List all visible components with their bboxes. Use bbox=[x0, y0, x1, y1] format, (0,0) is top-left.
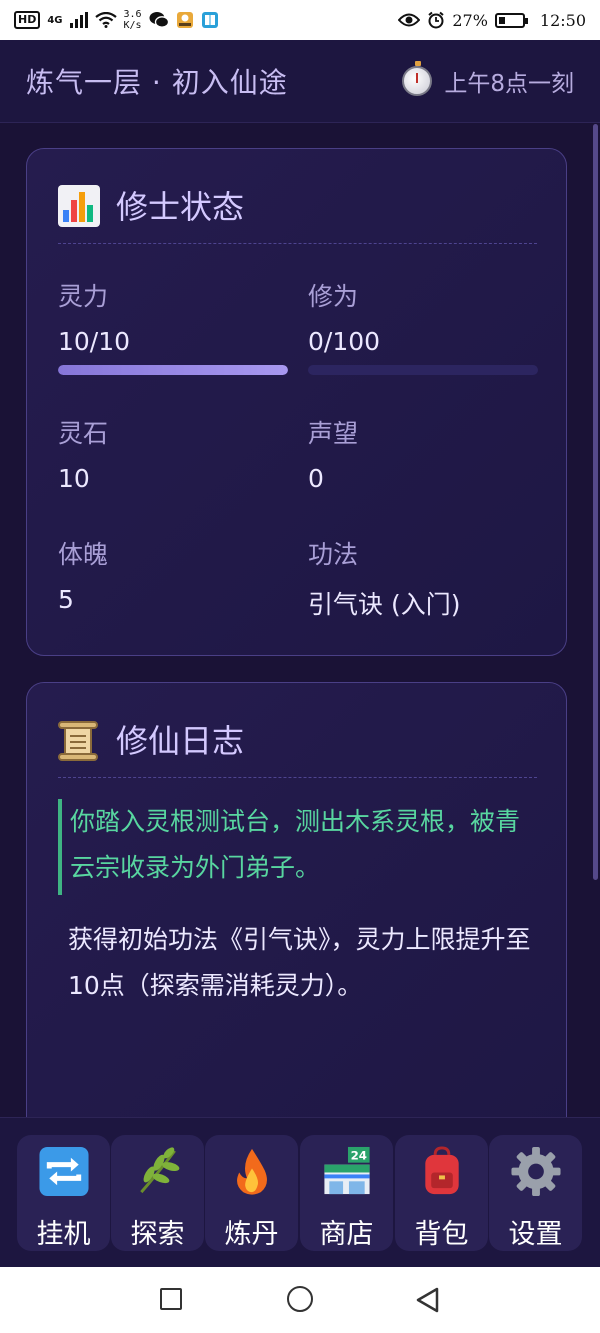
log-highlight-entry: 你踏入灵根测试台，测出木系灵根，被青云宗收录为外门弟子。 bbox=[58, 799, 528, 895]
status-card-title: 修士状态 bbox=[116, 188, 245, 226]
scroll-icon bbox=[58, 721, 100, 761]
bar-chart-icon bbox=[58, 185, 100, 227]
recents-button[interactable] bbox=[160, 1288, 182, 1310]
stat-value: 0 bbox=[308, 464, 324, 493]
nav-settings-button[interactable]: 设置 bbox=[489, 1135, 582, 1251]
repeat-arrows-icon bbox=[38, 1146, 89, 1197]
eye-icon bbox=[398, 13, 421, 27]
log-card: 修仙日志 你踏入灵根测试台，测出木系灵根，被青云宗收录为外门弟子。 获得初始功法… bbox=[26, 682, 567, 1117]
stat-value: 0/100 bbox=[308, 327, 381, 356]
stat-technique: 功法 引气诀 (入门) bbox=[308, 535, 538, 621]
spirit-power-bar bbox=[58, 365, 288, 375]
reader-app-icon bbox=[201, 12, 218, 28]
scrollbar[interactable] bbox=[593, 124, 598, 880]
home-button[interactable] bbox=[287, 1286, 313, 1312]
stat-value: 引气诀 (入门) bbox=[308, 590, 461, 619]
gear-icon bbox=[510, 1146, 561, 1197]
battery-percent: 27% bbox=[452, 10, 488, 30]
herb-icon bbox=[139, 1147, 179, 1194]
battery-icon bbox=[494, 12, 528, 28]
stat-physique: 体魄 5 bbox=[58, 535, 288, 614]
main-content[interactable]: 修士状态 灵力 10/10 修为 0/100 灵石 10 声望 0 体魄 5 功… bbox=[0, 124, 600, 1117]
net-speed: 3.6 K/s bbox=[123, 9, 142, 31]
realm-title: 炼气一层 · 初入仙途 bbox=[26, 66, 288, 99]
convenience-store-icon: 24 bbox=[323, 1146, 370, 1195]
clock: 12:50 bbox=[539, 10, 586, 30]
status-card: 修士状态 灵力 10/10 修为 0/100 灵石 10 声望 0 体魄 5 功… bbox=[26, 148, 567, 656]
hd-badge: HD bbox=[14, 11, 41, 29]
spirit-power-bar-fill bbox=[58, 365, 288, 375]
stat-label: 灵石 bbox=[58, 419, 109, 448]
log-entry: 获得初始功法《引气诀》，灵力上限提升至10点（探索需消耗灵力）。 bbox=[68, 925, 531, 1000]
stat-label: 灵力 bbox=[58, 282, 109, 311]
nav-label: 背包 bbox=[414, 1219, 469, 1250]
app-notification-icon bbox=[176, 12, 193, 28]
nav-label: 挂机 bbox=[36, 1219, 91, 1250]
stat-label: 修为 bbox=[308, 282, 359, 311]
stat-cultivation: 修为 0/100 bbox=[308, 277, 538, 356]
stat-value: 5 bbox=[58, 585, 74, 614]
stat-label: 功法 bbox=[308, 540, 359, 569]
game-time-text: 上午8点一刻 bbox=[444, 71, 574, 97]
stat-reputation: 声望 0 bbox=[308, 414, 538, 493]
signal-type: 4G bbox=[47, 14, 63, 26]
stat-spirit-power: 灵力 10/10 bbox=[58, 277, 288, 356]
stat-spirit-stone: 灵石 10 bbox=[58, 414, 288, 493]
back-button[interactable] bbox=[414, 1286, 440, 1314]
bottom-nav: 挂机 探索 炼丹 24 商店 背包 设置 bbox=[0, 1117, 600, 1268]
stat-label: 声望 bbox=[308, 419, 359, 448]
stat-label: 体魄 bbox=[58, 540, 109, 569]
stopwatch-icon bbox=[402, 61, 433, 96]
nav-shop-button[interactable]: 24 商店 bbox=[300, 1135, 393, 1251]
cultivation-bar bbox=[308, 365, 538, 375]
signal-icon bbox=[69, 12, 88, 28]
wechat-icon bbox=[149, 12, 169, 28]
system-nav-bar bbox=[0, 1267, 600, 1333]
status-card-header: 修士状态 bbox=[58, 185, 537, 244]
fire-icon bbox=[236, 1148, 267, 1195]
nav-idle-button[interactable]: 挂机 bbox=[17, 1135, 110, 1251]
nav-label: 炼丹 bbox=[224, 1219, 279, 1250]
wifi-icon bbox=[94, 12, 117, 28]
nav-label: 设置 bbox=[508, 1219, 563, 1250]
nav-label: 探索 bbox=[130, 1219, 185, 1250]
app-header: 炼气一层 · 初入仙途 上午8点一刻 bbox=[0, 40, 600, 123]
alarm-icon bbox=[428, 11, 444, 29]
stat-value: 10 bbox=[58, 464, 90, 493]
stat-value: 10/10 bbox=[58, 327, 131, 356]
nav-label: 商店 bbox=[319, 1219, 374, 1250]
log-card-header: 修仙日志 bbox=[58, 719, 537, 778]
nav-explore-button[interactable]: 探索 bbox=[111, 1135, 204, 1251]
svg-text:24: 24 bbox=[350, 1149, 366, 1163]
nav-alchemy-button[interactable]: 炼丹 bbox=[205, 1135, 298, 1251]
backpack-icon bbox=[424, 1146, 459, 1195]
status-bar: HD 4G 3.6 K/s 27% 12:50 bbox=[0, 0, 600, 40]
game-time: 上午8点一刻 bbox=[402, 61, 574, 98]
nav-bag-button[interactable]: 背包 bbox=[395, 1135, 488, 1251]
log-card-title: 修仙日志 bbox=[116, 722, 245, 760]
